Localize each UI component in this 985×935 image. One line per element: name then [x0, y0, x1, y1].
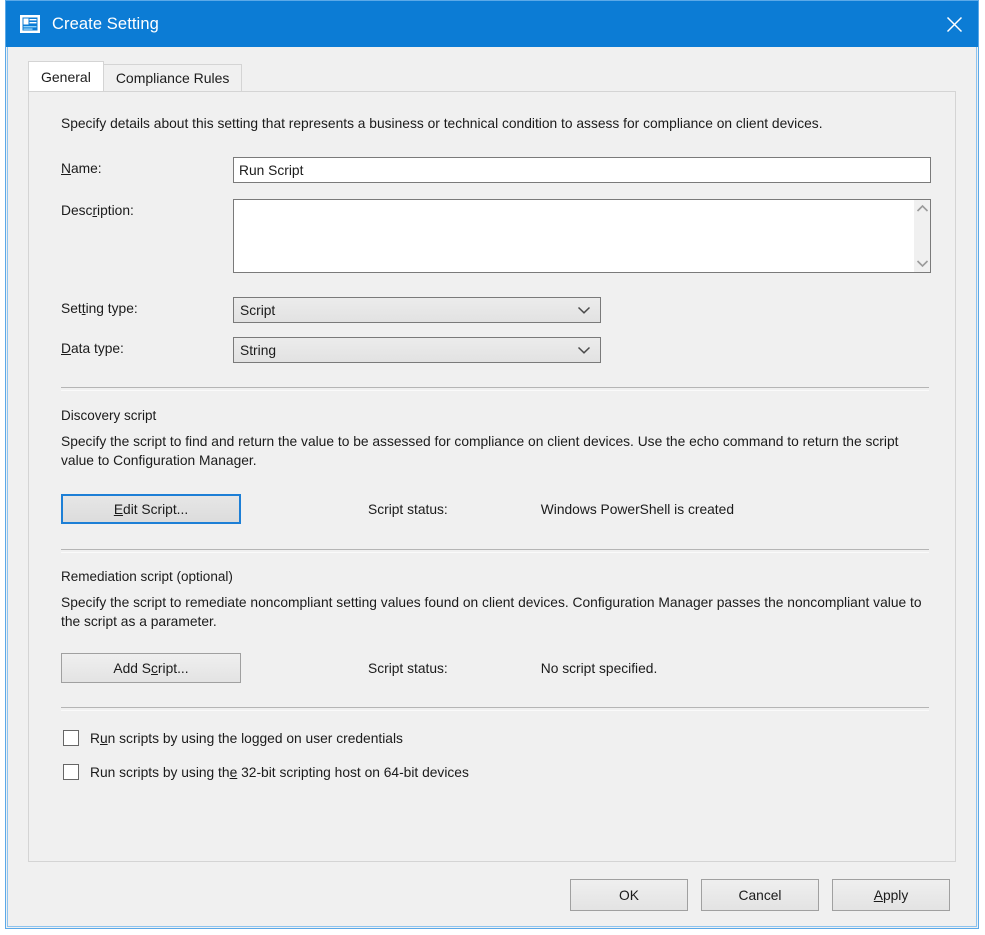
edit-script-accelerator: E: [113, 501, 124, 517]
chevron-down-icon[interactable]: [916, 259, 929, 268]
setting-type-row: Setting type: Script: [61, 297, 931, 323]
data-type-accelerator: D: [61, 341, 71, 356]
discovery-script-title: Discovery script: [61, 408, 157, 423]
name-input[interactable]: [233, 157, 931, 183]
tab-strip: General Compliance Rules: [28, 61, 978, 91]
chevron-down-icon[interactable]: [577, 303, 591, 318]
description-scrollbar[interactable]: [913, 200, 930, 272]
discovery-status-value: Windows PowerShell is created: [540, 501, 734, 517]
tab-compliance-rules-label: Compliance Rules: [115, 70, 230, 86]
discovery-script-description: Specify the script to find and return th…: [61, 434, 899, 468]
setting-type-value: Script: [240, 302, 276, 318]
apply-accelerator: A: [873, 887, 883, 903]
data-type-value: String: [240, 342, 277, 358]
setting-document-icon: [19, 13, 41, 35]
description-input[interactable]: [234, 200, 913, 272]
data-type-row: Data type: String: [61, 337, 931, 363]
name-accelerator: N: [61, 161, 71, 176]
checkbox-logged-on-user-label: Run scripts by using the logged on user …: [90, 730, 403, 746]
edit-script-button[interactable]: Edit Script...: [61, 494, 241, 524]
checkbox-logged-on-user-accelerator: u: [99, 730, 108, 746]
description-field-row: Description:: [61, 199, 931, 273]
data-type-dropdown[interactable]: String: [233, 337, 601, 363]
discovery-separator: [61, 387, 929, 391]
remediation-script-row: Add Sc ript... Script status: No script s…: [61, 653, 931, 683]
name-field-row: Name:: [61, 157, 931, 183]
remediation-status-label: Script status:: [368, 660, 448, 676]
checkbox-32bit-host-label: Run scripts by using the 32-bit scriptin…: [90, 764, 469, 780]
add-script-button[interactable]: Add Sc ript...: [61, 653, 241, 683]
checkbox-logged-on-user[interactable]: [63, 730, 79, 746]
window-title: Create Setting: [52, 14, 159, 33]
name-label: Name:: [61, 161, 102, 176]
setting-type-dropdown[interactable]: Script: [233, 297, 601, 323]
apply-button[interactable]: Apply: [832, 879, 950, 911]
remediation-separator: [61, 549, 929, 553]
checkbox-separator: [61, 707, 929, 711]
description-label: Description:: [61, 203, 134, 218]
add-script-accelerator: c: [151, 660, 158, 676]
setting-type-label: Setting type:: [61, 301, 138, 316]
close-icon[interactable]: [931, 1, 978, 47]
cancel-button[interactable]: Cancel: [701, 879, 819, 911]
dialog-footer: OK Cancel Apply: [6, 862, 978, 928]
description-textarea-wrapper: [233, 199, 931, 273]
discovery-status-label: Script status:: [368, 501, 448, 517]
create-setting-dialog: Create Setting General Compliance Rules …: [5, 0, 979, 929]
ok-button[interactable]: OK: [570, 879, 688, 911]
data-type-label: Data type:: [61, 341, 124, 356]
remediation-script-description: Specify the script to remediate noncompl…: [61, 595, 922, 629]
remediation-script-title: Remediation script (optional): [61, 569, 233, 584]
general-tab-panel: Specify details about this setting that …: [28, 91, 956, 862]
chevron-down-icon[interactable]: [577, 343, 591, 358]
tab-general[interactable]: General: [28, 61, 104, 91]
chevron-up-icon[interactable]: [916, 204, 929, 213]
checkbox-row-logged-on-user[interactable]: Run scripts by using the logged on user …: [63, 730, 931, 746]
intro-text: Specify details about this setting that …: [61, 116, 823, 131]
tab-general-label: General: [41, 69, 91, 85]
remediation-status-value: No script specified.: [540, 660, 658, 676]
discovery-script-row: Edit Script... Script status: Windows Po…: [61, 494, 931, 524]
title-bar: Create Setting: [6, 1, 978, 47]
tab-compliance-rules[interactable]: Compliance Rules: [102, 64, 243, 91]
checkbox-row-32bit-host[interactable]: Run scripts by using the 32-bit scriptin…: [63, 764, 931, 780]
checkbox-32bit-host[interactable]: [63, 764, 79, 780]
